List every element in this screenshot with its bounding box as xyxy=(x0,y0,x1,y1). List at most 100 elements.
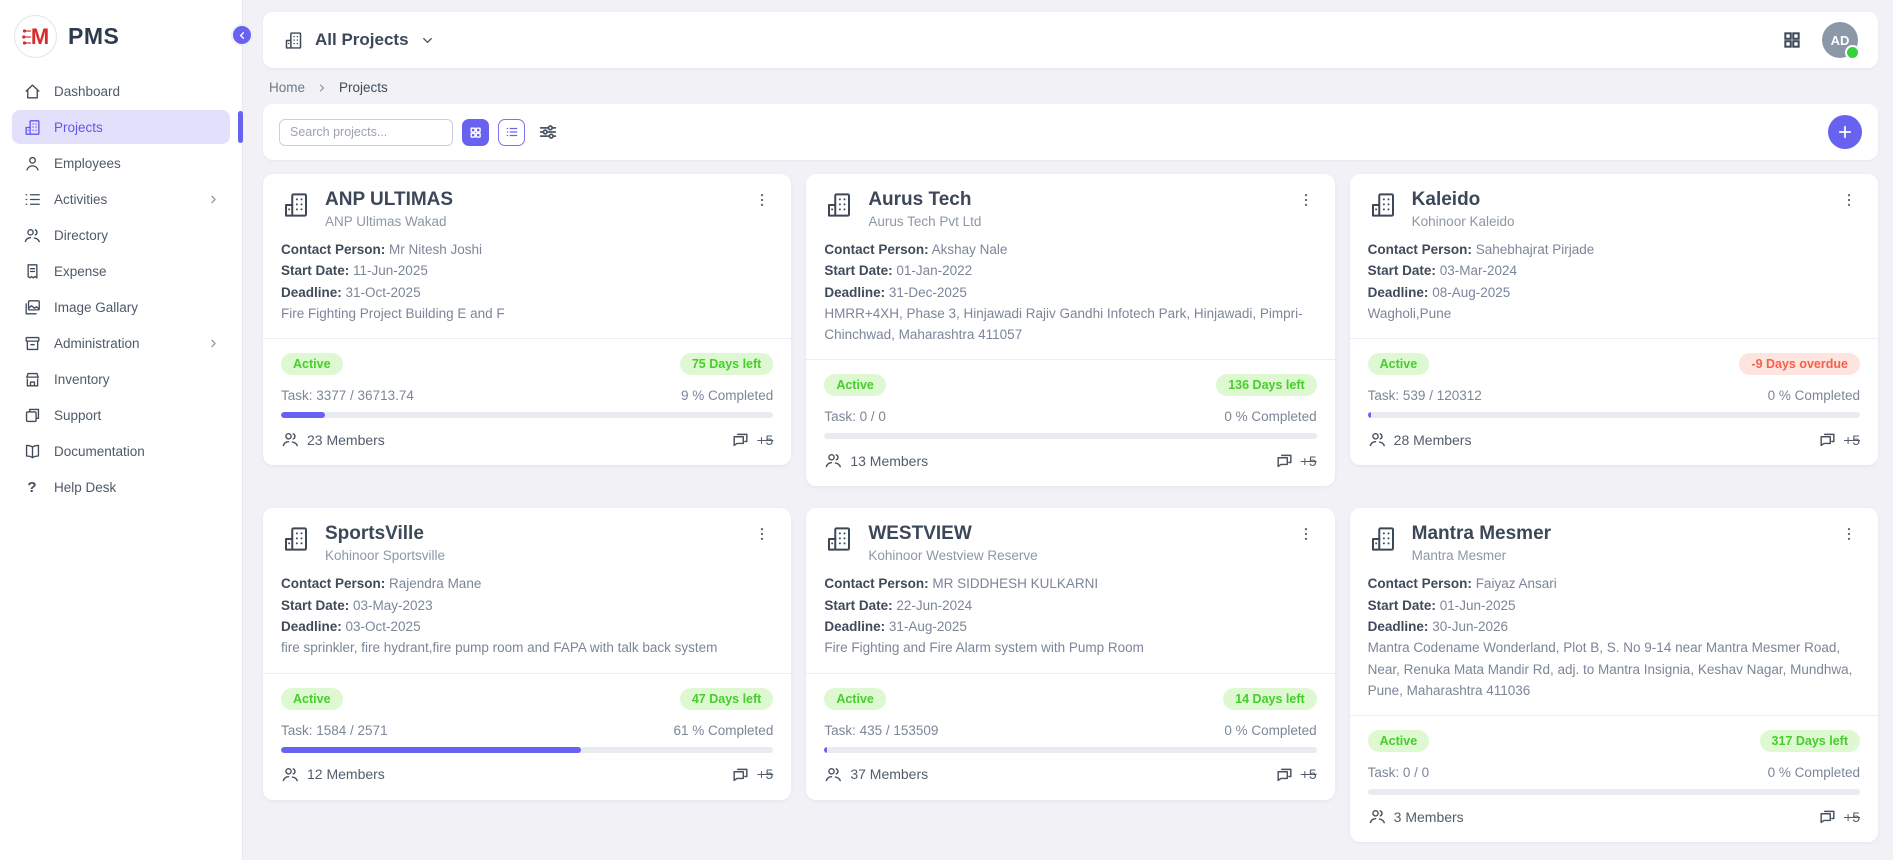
chat-group[interactable]: +5 xyxy=(1275,765,1317,784)
sidebar-item-label: Projects xyxy=(54,120,103,135)
list-view-button[interactable] xyxy=(498,119,525,146)
card-task-row: Task: 1584 / 2571 61 % Completed xyxy=(263,710,791,738)
chat-icon xyxy=(1818,430,1837,449)
sidebar-item-directory[interactable]: Directory xyxy=(12,218,230,252)
breadcrumb-home[interactable]: Home xyxy=(269,80,305,95)
search-input[interactable] xyxy=(279,119,453,146)
sidebar-collapse-button[interactable] xyxy=(231,24,253,46)
contact-value: Sahebhajrat Pirjade xyxy=(1476,242,1595,257)
sidebar-item-support[interactable]: Support xyxy=(12,398,230,432)
add-project-button[interactable] xyxy=(1828,115,1862,149)
card-menu-button[interactable] xyxy=(751,189,773,211)
members-icon xyxy=(1368,430,1387,449)
card-header: SportsVille Kohinoor Sportsville xyxy=(263,523,791,563)
person-icon xyxy=(22,153,42,173)
task-count: Task: 435 / 153509 xyxy=(824,723,938,738)
project-cards-grid: ANP ULTIMAS ANP Ultimas Wakad Contact Pe… xyxy=(263,174,1878,842)
grid-view-icon xyxy=(469,126,482,139)
project-title: Aurus Tech xyxy=(868,189,1294,211)
chat-group[interactable]: +5 xyxy=(1818,430,1860,449)
chevron-right-icon xyxy=(207,337,220,350)
building-icon xyxy=(1368,524,1398,554)
card-footer: 12 Members +5 xyxy=(263,753,791,800)
chat-group[interactable]: +5 xyxy=(731,430,773,449)
projects-toolbar xyxy=(263,104,1878,160)
chat-group[interactable]: +5 xyxy=(1818,807,1860,826)
project-selector[interactable]: All Projects xyxy=(283,30,435,51)
card-footer: 3 Members +5 xyxy=(1350,795,1878,842)
sidebar-nav: Dashboard Projects Employees Activities … xyxy=(0,74,242,504)
card-menu-button[interactable] xyxy=(1295,523,1317,545)
store-icon xyxy=(22,369,42,389)
project-subtitle: Kohinoor Sportsville xyxy=(325,548,751,563)
building-icon xyxy=(824,190,854,220)
card-status-row: Active 47 Days left xyxy=(263,674,791,710)
sidebar-item-inventory[interactable]: Inventory xyxy=(12,362,230,396)
help-icon: ? xyxy=(22,477,42,497)
sidebar-item-image-gallary[interactable]: Image Gallary xyxy=(12,290,230,324)
project-card-mantra-mesmer[interactable]: Mantra Mesmer Mantra Mesmer Contact Pers… xyxy=(1350,508,1878,842)
card-task-row: Task: 0 / 0 0 % Completed xyxy=(1350,752,1878,780)
card-menu-button[interactable] xyxy=(1838,189,1860,211)
project-card-kaleido[interactable]: Kaleido Kohinoor Kaleido Contact Person:… xyxy=(1350,174,1878,465)
days-badge: 75 Days left xyxy=(680,353,773,375)
chat-count: +5 xyxy=(757,766,773,782)
status-badge: Active xyxy=(1368,730,1430,752)
project-card-anp-ultimas[interactable]: ANP ULTIMAS ANP Ultimas Wakad Contact Pe… xyxy=(263,174,791,465)
book-icon xyxy=(22,441,42,461)
sidebar-item-administration[interactable]: Administration xyxy=(12,326,230,360)
avatar-initials: AD xyxy=(1831,33,1850,48)
days-badge: -9 Days overdue xyxy=(1739,353,1860,375)
chat-count: +5 xyxy=(757,432,773,448)
avatar[interactable]: AD xyxy=(1822,22,1858,58)
sidebar-item-dashboard[interactable]: Dashboard xyxy=(12,74,230,108)
contact-label: Contact Person: xyxy=(824,576,928,591)
home-icon xyxy=(22,81,42,101)
kebab-icon xyxy=(753,525,771,543)
card-task-row: Task: 0 / 0 0 % Completed xyxy=(806,396,1334,424)
project-card-aurus-tech[interactable]: Aurus Tech Aurus Tech Pvt Ltd Contact Pe… xyxy=(806,174,1334,486)
members-count: 28 Members xyxy=(1394,432,1472,448)
sidebar-item-employees[interactable]: Employees xyxy=(12,146,230,180)
contact-value: MR SIDDHESH KULKARNI xyxy=(932,576,1098,591)
people-icon xyxy=(22,225,42,245)
deadline-label: Deadline: xyxy=(281,285,342,300)
start-date-label: Start Date: xyxy=(1368,263,1436,278)
card-menu-button[interactable] xyxy=(751,523,773,545)
chevron-right-icon xyxy=(207,193,220,206)
grid-view-button[interactable] xyxy=(462,119,489,146)
sidebar-item-activities[interactable]: Activities xyxy=(12,182,230,216)
sidebar-item-label: Documentation xyxy=(54,444,145,459)
deadline-label: Deadline: xyxy=(1368,619,1429,634)
sidebar-item-documentation[interactable]: Documentation xyxy=(12,434,230,468)
status-badge: Active xyxy=(281,353,343,375)
apps-grid-button[interactable] xyxy=(1782,30,1802,50)
project-title: Kaleido xyxy=(1412,189,1838,211)
members-count: 23 Members xyxy=(307,432,385,448)
project-subtitle: Kohinoor Kaleido xyxy=(1412,214,1838,229)
plus-icon xyxy=(1836,123,1854,141)
sidebar-item-label: Employees xyxy=(54,156,121,171)
contact-label: Contact Person: xyxy=(281,576,385,591)
completed-percent: 0 % Completed xyxy=(1768,388,1860,403)
deadline-label: Deadline: xyxy=(824,285,885,300)
members-group: 37 Members xyxy=(824,765,928,784)
sidebar-item-help-desk[interactable]: ? Help Desk xyxy=(12,470,230,504)
card-info: Contact Person: Sahebhajrat Pirjade Star… xyxy=(1350,229,1878,338)
page-title: All Projects xyxy=(315,30,409,50)
project-card-westview[interactable]: WESTVIEW Kohinoor Westview Reserve Conta… xyxy=(806,508,1334,799)
chat-group[interactable]: +5 xyxy=(731,765,773,784)
sidebar-item-label: Dashboard xyxy=(54,84,120,99)
project-card-sportsville[interactable]: SportsVille Kohinoor Sportsville Contact… xyxy=(263,508,791,799)
sidebar-item-expense[interactable]: Expense xyxy=(12,254,230,288)
sidebar-item-projects[interactable]: Projects xyxy=(12,110,230,144)
filter-button[interactable] xyxy=(537,121,559,143)
logo-letter: M xyxy=(31,26,49,48)
card-footer: 13 Members +5 xyxy=(806,439,1334,486)
project-description: Wagholi,Pune xyxy=(1368,303,1860,324)
members-count: 13 Members xyxy=(850,453,928,469)
task-count: Task: 0 / 0 xyxy=(824,409,886,424)
chat-group[interactable]: +5 xyxy=(1275,451,1317,470)
card-menu-button[interactable] xyxy=(1838,523,1860,545)
card-menu-button[interactable] xyxy=(1295,189,1317,211)
